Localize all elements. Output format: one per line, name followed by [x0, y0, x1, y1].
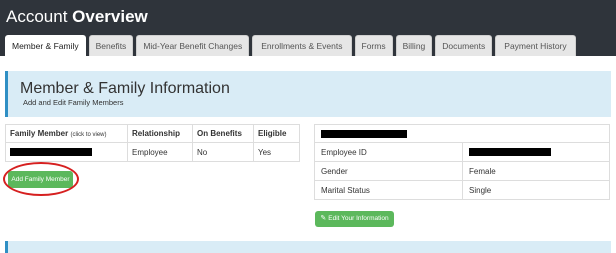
col-on-benefits: On Benefits — [192, 124, 254, 143]
tab-benefits[interactable]: Benefits — [88, 35, 134, 56]
section-subtitle: Add and Edit Family Members — [23, 98, 124, 107]
table-row[interactable]: Employee No Yes — [5, 142, 300, 162]
top-header: Account Overview Member & Family Benefit… — [0, 0, 616, 57]
tab-documents[interactable]: Documents — [435, 35, 493, 56]
title-prefix: Account — [6, 7, 73, 26]
family-member-name-cell[interactable] — [5, 142, 128, 162]
tab-forms[interactable]: Forms — [354, 35, 393, 56]
pencil-square-icon: ✎ — [320, 215, 327, 222]
employee-info-table: Employee ID Gender Female Marital Status… — [314, 124, 610, 200]
edit-your-information-button[interactable]: ✎ Edit Your Information — [315, 211, 394, 227]
tab-enrollments-events[interactable]: Enrollments & Events — [252, 35, 352, 56]
relationship-cell: Employee — [127, 142, 193, 162]
tab-payment-history[interactable]: Payment History — [495, 35, 576, 56]
col-eligible: Eligible — [253, 124, 300, 143]
redacted-employee-name — [321, 129, 407, 138]
table-row: Employee ID — [314, 142, 610, 162]
employee-id-value — [462, 142, 610, 162]
employee-name-row — [314, 124, 610, 143]
tab-billing[interactable]: Billing — [395, 35, 433, 56]
table-row: Gender Female — [314, 161, 610, 181]
redacted-employee-id — [469, 148, 551, 157]
gender-value: Female — [462, 161, 610, 181]
section-title: Member & Family Information — [20, 80, 230, 97]
col-family-member: Family Member (click to view) — [5, 124, 128, 143]
next-section-header — [5, 241, 611, 253]
edit-button-label: Edit Your Information — [328, 215, 389, 222]
tab-member-family[interactable]: Member & Family — [5, 35, 86, 57]
tab-mid-year-benefit-changes[interactable]: Mid-Year Benefit Changes — [136, 35, 250, 56]
redacted-name — [10, 148, 92, 157]
col-relationship: Relationship — [127, 124, 193, 143]
on-benefits-cell: No — [192, 142, 254, 162]
eligible-cell: Yes — [253, 142, 300, 162]
table-header-row: Family Member (click to view) Relationsh… — [5, 124, 300, 143]
tab-bar: Member & Family Benefits Mid-Year Benefi… — [5, 35, 576, 57]
employee-id-label: Employee ID — [314, 142, 463, 162]
employee-name-cell — [314, 124, 610, 143]
gender-label: Gender — [314, 161, 463, 181]
page-title: Account Overview — [6, 7, 148, 27]
title-emphasis: Overview — [72, 7, 148, 26]
col-family-member-hint: (click to view) — [70, 132, 107, 138]
family-members-table: Family Member (click to view) Relationsh… — [5, 124, 300, 162]
col-family-member-label: Family Member — [10, 129, 69, 138]
section-header: Member & Family Information Add and Edit… — [5, 71, 611, 117]
marital-status-value: Single — [462, 180, 610, 200]
highlight-circle — [3, 162, 79, 196]
marital-status-label: Marital Status — [314, 180, 463, 200]
table-row: Marital Status Single — [314, 180, 610, 200]
